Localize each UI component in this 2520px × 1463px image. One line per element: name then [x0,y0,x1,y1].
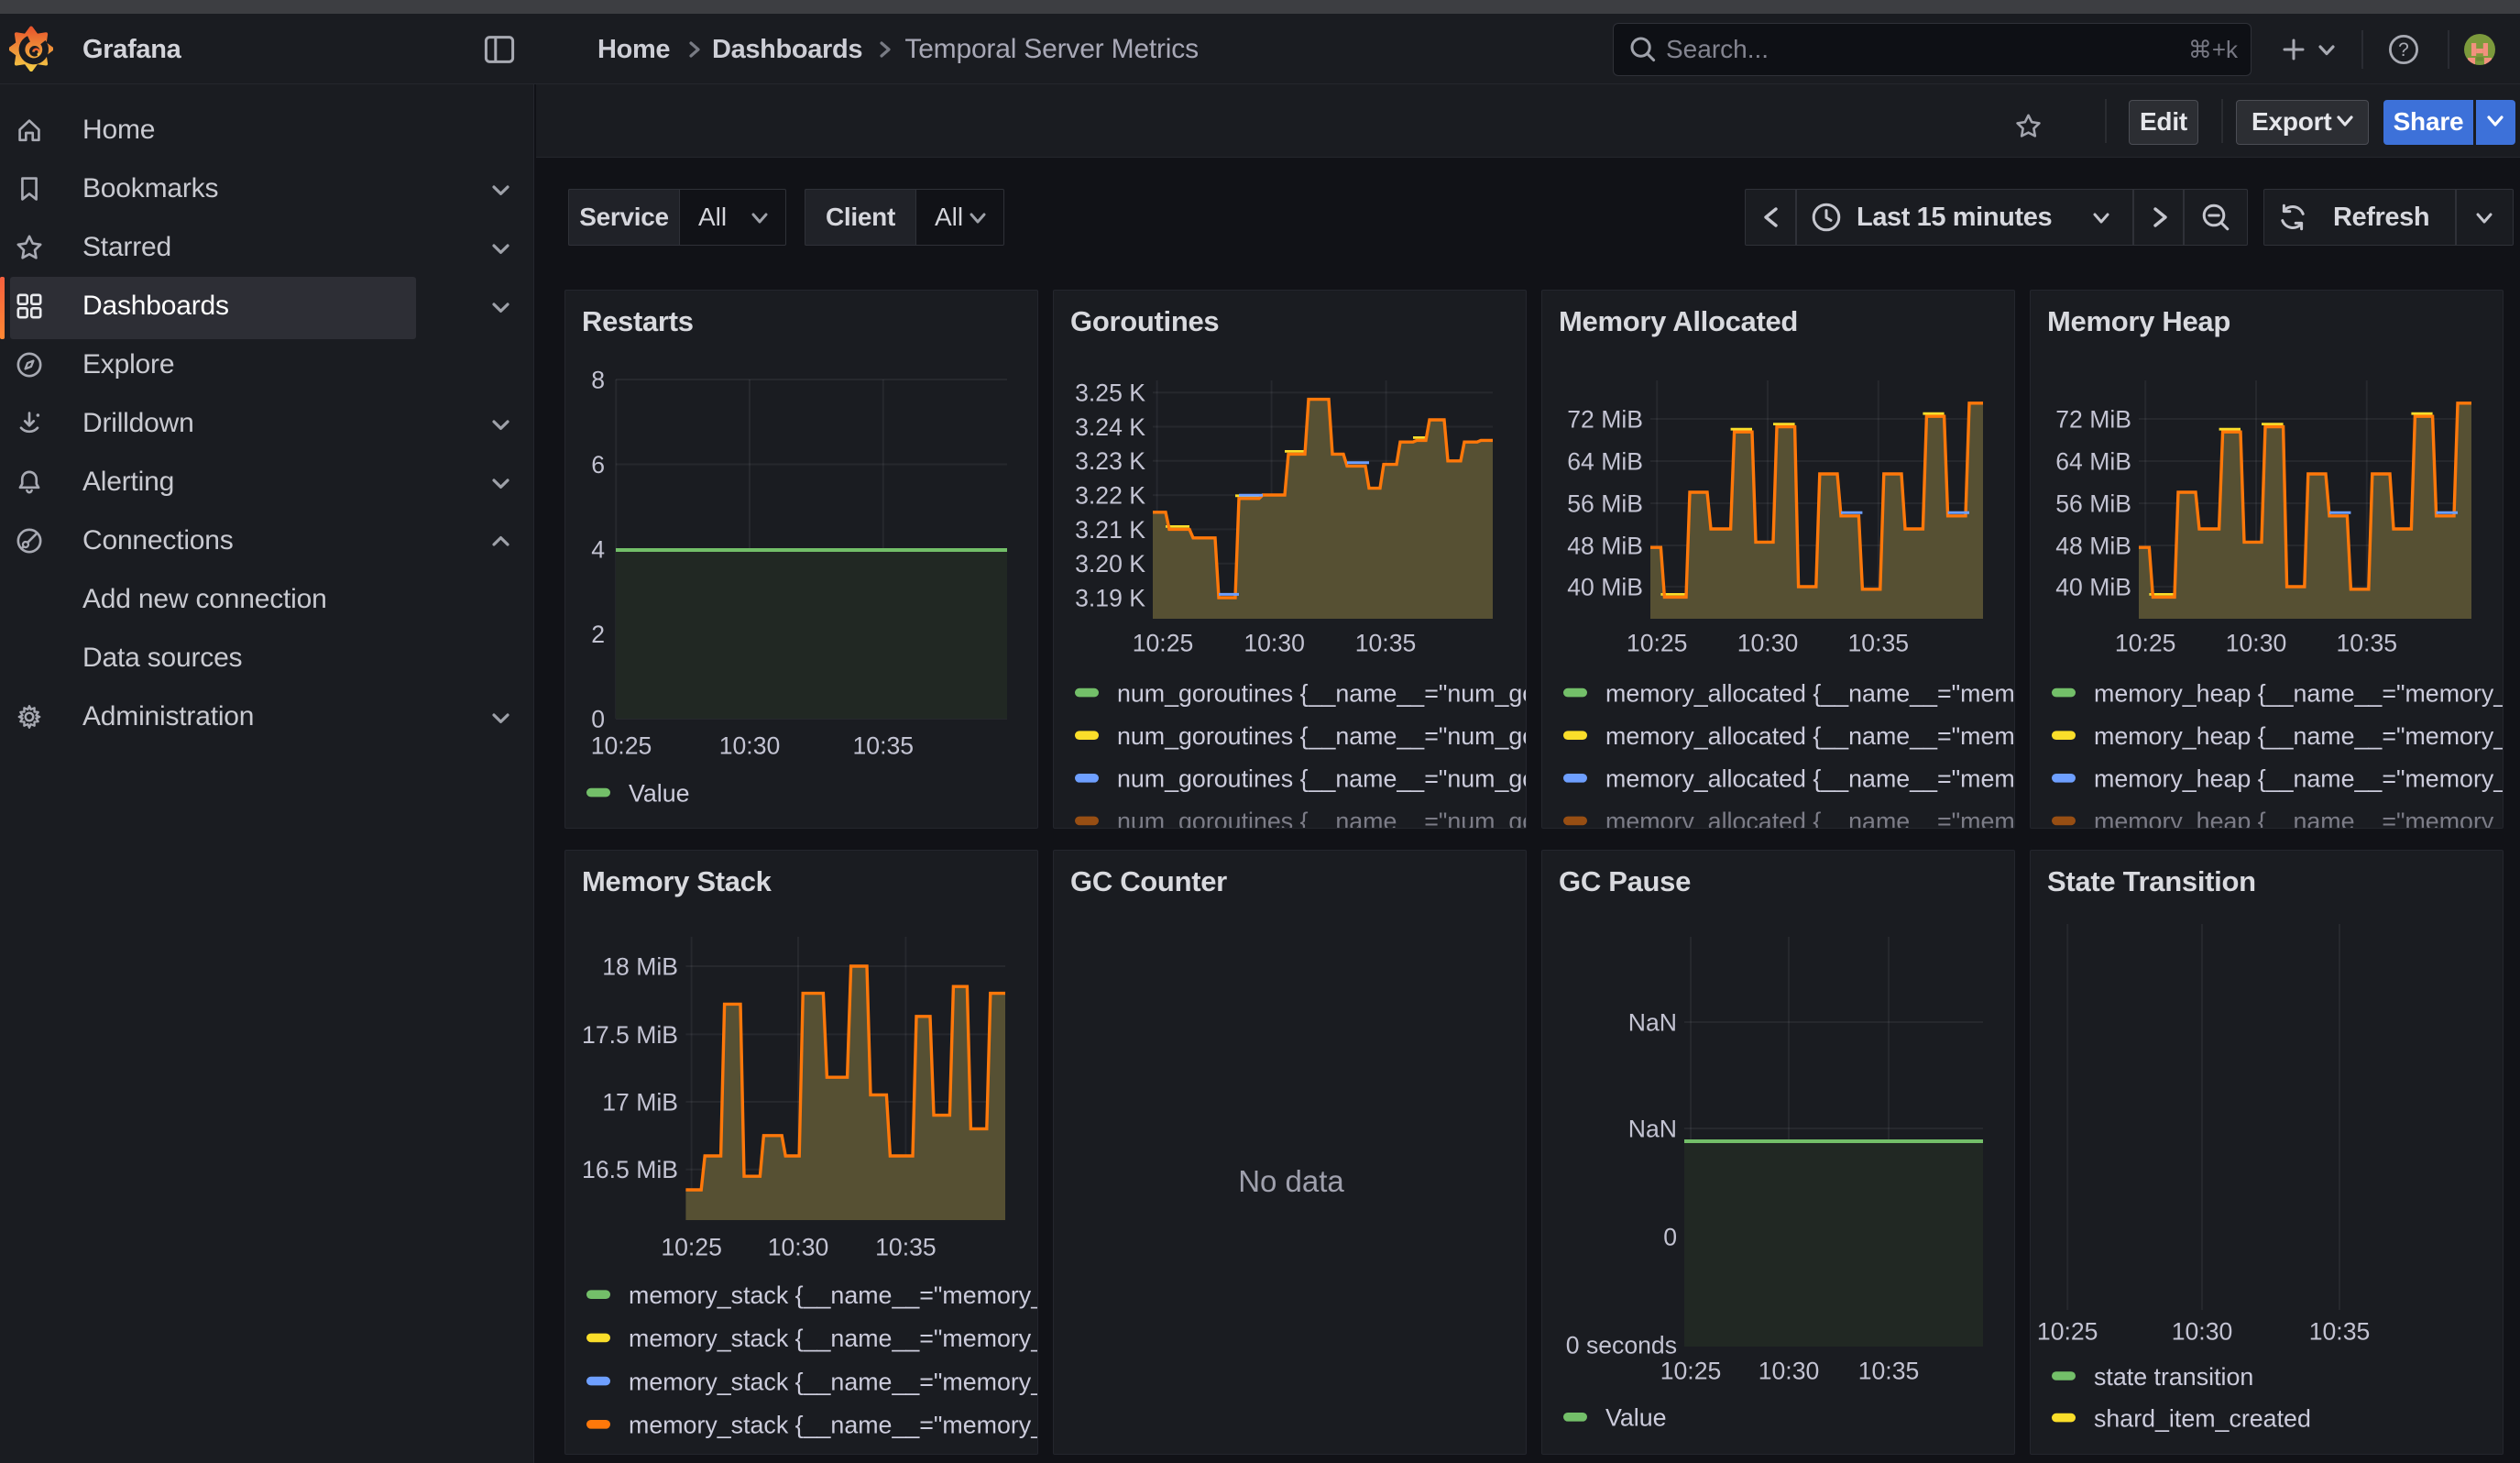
svg-text:17.5 MiB: 17.5 MiB [582,1021,678,1049]
svg-text:memory_allocated {__name__="me: memory_allocated {__name__="memory_alloc… [1605,722,2015,750]
svg-text:num_goroutines {__name__="num_: num_goroutines {__name__="num_goroutines… [1117,722,1527,750]
svg-text:10:35: 10:35 [875,1233,937,1260]
svg-text:10:35: 10:35 [2309,1317,2371,1345]
svg-text:64 MiB: 64 MiB [2055,447,2131,475]
svg-text:memory_allocated {__name__="me: memory_allocated {__name__="memory_alloc… [1605,679,2015,707]
svg-text:memory_stack {__name__="memory: memory_stack {__name__="memory_stack"} [629,1282,1038,1309]
svg-text:56 MiB: 56 MiB [2055,490,2131,517]
svg-text:10:30: 10:30 [2226,629,2287,656]
svg-text:num_goroutines {__name__="num_: num_goroutines {__name__="num_goroutines… [1117,808,1527,829]
svg-text:40 MiB: 40 MiB [1567,573,1643,600]
svg-text:Value: Value [1605,1404,1667,1432]
svg-text:3.25 K: 3.25 K [1075,380,1145,407]
svg-text:memory_heap {__name__="memory_: memory_heap {__name__="memory_heap"} [2094,679,2504,707]
svg-text:Value: Value [629,779,690,807]
svg-text:10:30: 10:30 [2172,1317,2233,1345]
svg-text:17 MiB: 17 MiB [602,1088,678,1116]
svg-text:10:35: 10:35 [853,732,915,759]
svg-text:2: 2 [591,621,605,648]
svg-text:num_goroutines {__name__="num_: num_goroutines {__name__="num_goroutines… [1117,765,1527,793]
svg-text:10:25: 10:25 [2037,1317,2098,1345]
svg-text:3.22 K: 3.22 K [1075,482,1145,510]
svg-text:10:35: 10:35 [1848,629,1910,656]
svg-text:0 seconds: 0 seconds [1566,1331,1677,1358]
svg-text:3.21 K: 3.21 K [1075,516,1145,544]
svg-text:48 MiB: 48 MiB [1567,532,1643,559]
svg-text:10:30: 10:30 [1759,1357,1820,1384]
svg-text:10:25: 10:25 [1133,629,1194,656]
svg-text:8: 8 [591,366,605,393]
svg-text:10:35: 10:35 [1858,1357,1920,1384]
svg-text:48 MiB: 48 MiB [2055,532,2131,559]
svg-text:72 MiB: 72 MiB [1567,405,1643,433]
svg-text:4: 4 [591,535,605,563]
svg-text:memory_heap {__name__="memory_: memory_heap {__name__="memory_heap"} [2094,808,2504,829]
svg-text:3.23 K: 3.23 K [1075,447,1145,475]
svg-text:state transition: state transition [2094,1363,2253,1391]
svg-text:memory_stack {__name__="memory: memory_stack {__name__="memory_stack"} [629,1412,1038,1439]
svg-text:10:25: 10:25 [661,1233,722,1260]
svg-text:10:30: 10:30 [1244,629,1305,656]
svg-text:memory_stack {__name__="memory: memory_stack {__name__="memory_stack"} [629,1325,1038,1352]
svg-text:NaN: NaN [1628,1008,1677,1036]
svg-text:64 MiB: 64 MiB [1567,447,1643,475]
svg-text:18 MiB: 18 MiB [602,952,678,980]
svg-text:72 MiB: 72 MiB [2055,405,2131,433]
svg-text:NaN: NaN [1628,1115,1677,1142]
svg-text:10:30: 10:30 [1737,629,1799,656]
svg-text:6: 6 [591,451,605,478]
svg-text:10:30: 10:30 [719,732,781,759]
svg-text:3.24 K: 3.24 K [1075,413,1145,441]
svg-text:56 MiB: 56 MiB [1567,490,1643,517]
svg-text:memory_heap {__name__="memory_: memory_heap {__name__="memory_heap"} [2094,722,2504,750]
svg-text:memory_heap {__name__="memory_: memory_heap {__name__="memory_heap"} [2094,765,2504,793]
svg-text:No data: No data [1238,1164,1344,1198]
svg-text:10:25: 10:25 [591,732,652,759]
svg-text:10:25: 10:25 [1660,1357,1722,1384]
svg-text:10:25: 10:25 [1627,629,1688,656]
svg-text:16.5 MiB: 16.5 MiB [582,1156,678,1183]
svg-text:0: 0 [591,705,605,732]
svg-text:0: 0 [1663,1223,1677,1250]
svg-text:10:25: 10:25 [2115,629,2176,656]
svg-text:memory_allocated {__name__="me: memory_allocated {__name__="memory_alloc… [1605,808,2015,829]
svg-text:40 MiB: 40 MiB [2055,573,2131,600]
svg-text:3.19 K: 3.19 K [1075,584,1145,611]
svg-text:num_goroutines {__name__="num_: num_goroutines {__name__="num_goroutines… [1117,679,1527,707]
svg-text:memory_allocated {__name__="me: memory_allocated {__name__="memory_alloc… [1605,765,2015,793]
svg-text:10:35: 10:35 [1355,629,1417,656]
svg-text:memory_stack {__name__="memory: memory_stack {__name__="memory_stack"} [629,1368,1038,1395]
svg-text:shard_item_created: shard_item_created [2094,1404,2311,1432]
svg-text:10:30: 10:30 [768,1233,829,1260]
svg-text:?: ? [2398,39,2409,60]
svg-text:10:35: 10:35 [2337,629,2398,656]
svg-text:3.20 K: 3.20 K [1075,550,1145,578]
